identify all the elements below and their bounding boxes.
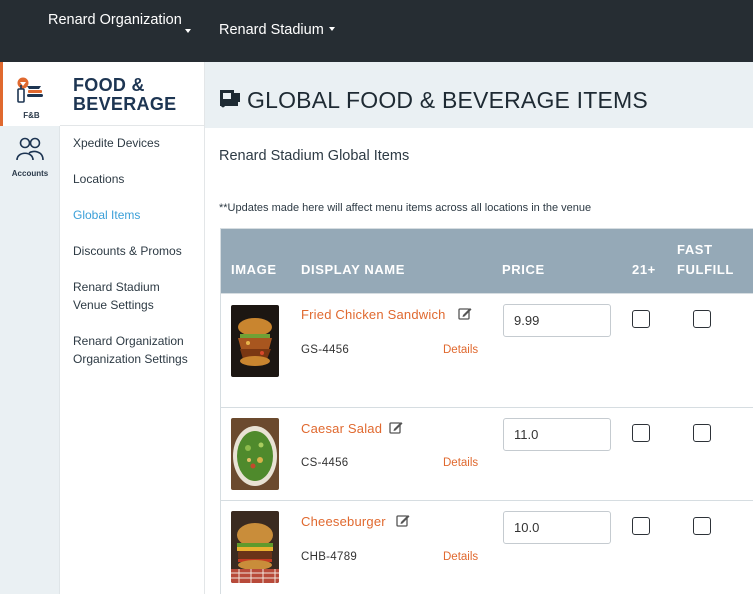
table-row: Cheeseburger CHB-4789 Details — [221, 500, 753, 594]
price-input[interactable] — [503, 304, 611, 337]
column-header-image: IMAGE — [231, 262, 277, 277]
sidebar-title: FOOD & BEVERAGE — [73, 76, 176, 114]
divider — [60, 125, 205, 126]
age-21-checkbox[interactable] — [632, 517, 650, 535]
rail-label-fnb: F&B — [23, 111, 40, 120]
details-link[interactable]: Details — [443, 551, 478, 563]
accounts-icon — [16, 137, 44, 161]
venue-selector[interactable]: Renard Stadium — [219, 20, 335, 40]
rail-label-accounts: Accounts — [11, 169, 49, 178]
table-row: Caesar Salad CS-4456 Details — [221, 407, 753, 501]
icon-rail: F&B Accounts — [0, 62, 60, 594]
edit-icon[interactable] — [396, 514, 410, 527]
edit-icon[interactable] — [389, 421, 403, 434]
item-image — [231, 511, 279, 583]
age-21-checkbox[interactable] — [632, 310, 650, 328]
fast-fulfill-checkbox[interactable] — [693, 424, 711, 442]
item-sku: CS-4456 — [301, 457, 349, 469]
update-note: **Updates made here will affect menu ite… — [219, 202, 592, 214]
organization-selector[interactable]: Renard Organization — [48, 10, 198, 33]
item-image — [231, 418, 279, 490]
price-input[interactable] — [503, 511, 611, 544]
details-link[interactable]: Details — [443, 344, 478, 356]
food-beverage-icon — [17, 77, 43, 103]
sidebar-item-organization-settings[interactable]: Renard Organization Organization Setting… — [73, 332, 193, 368]
page-header: GLOBAL FOOD & BEVERAGE ITEMS — [205, 62, 753, 128]
item-sku: CHB-4789 — [301, 551, 358, 563]
page-title: GLOBAL FOOD & BEVERAGE ITEMS — [247, 87, 648, 113]
sidebar-item-discounts-promos[interactable]: Discounts & Promos — [73, 242, 198, 260]
column-header-fast-fulfill-line: FULFILL — [677, 262, 734, 277]
item-sku: GS-4456 — [301, 344, 350, 356]
items-table: IMAGE DISPLAY NAME PRICE 21+ FAST FULFIL… — [220, 228, 753, 594]
item-name-link[interactable]: Caesar Salad — [301, 421, 382, 436]
sidebar-item-global-items[interactable]: Global Items — [73, 206, 198, 224]
sidebar-title-line: FOOD & — [73, 75, 145, 95]
fast-fulfill-checkbox[interactable] — [693, 310, 711, 328]
sidebar-item-venue-settings[interactable]: Renard Stadium Venue Settings — [73, 278, 183, 314]
venue-name: Renard Stadium — [219, 22, 324, 38]
top-bar: Renard Organization Renard Stadium — [0, 0, 753, 62]
item-image — [231, 305, 279, 377]
column-header-21-plus: 21+ — [632, 262, 656, 277]
age-21-checkbox[interactable] — [632, 424, 650, 442]
price-input[interactable] — [503, 418, 611, 451]
sidebar-item-xpedite-devices[interactable]: Xpedite Devices — [73, 134, 198, 152]
sidebar: FOOD & BEVERAGE Xpedite Devices Location… — [60, 62, 205, 594]
sidebar-title-line: BEVERAGE — [73, 94, 177, 114]
column-header-fast-fulfill-line: FAST — [677, 242, 713, 257]
sidebar-item-locations[interactable]: Locations — [73, 170, 198, 188]
table-row: Fried Chicken Sandwich GS-4456 Details — [221, 293, 753, 408]
column-header-price: PRICE — [502, 262, 545, 277]
table-header: IMAGE DISPLAY NAME PRICE 21+ FAST FULFIL… — [221, 229, 753, 293]
caret-down-icon — [185, 29, 191, 33]
rail-item-fnb[interactable]: F&B — [0, 62, 60, 126]
rail-item-accounts[interactable]: Accounts — [0, 136, 60, 186]
page-subtitle: Renard Stadium Global Items — [219, 148, 410, 164]
item-name-link[interactable]: Fried Chicken Sandwich — [301, 307, 446, 322]
food-truck-icon — [220, 90, 240, 108]
organization-name: Renard Organization — [48, 12, 182, 28]
caret-down-icon — [328, 27, 335, 31]
item-name-link[interactable]: Cheeseburger — [301, 514, 386, 529]
edit-icon[interactable] — [458, 307, 472, 320]
column-header-display-name: DISPLAY NAME — [301, 262, 406, 277]
details-link[interactable]: Details — [443, 457, 478, 469]
column-header-fast-fulfill: FAST FULFILL — [677, 240, 734, 280]
fast-fulfill-checkbox[interactable] — [693, 517, 711, 535]
